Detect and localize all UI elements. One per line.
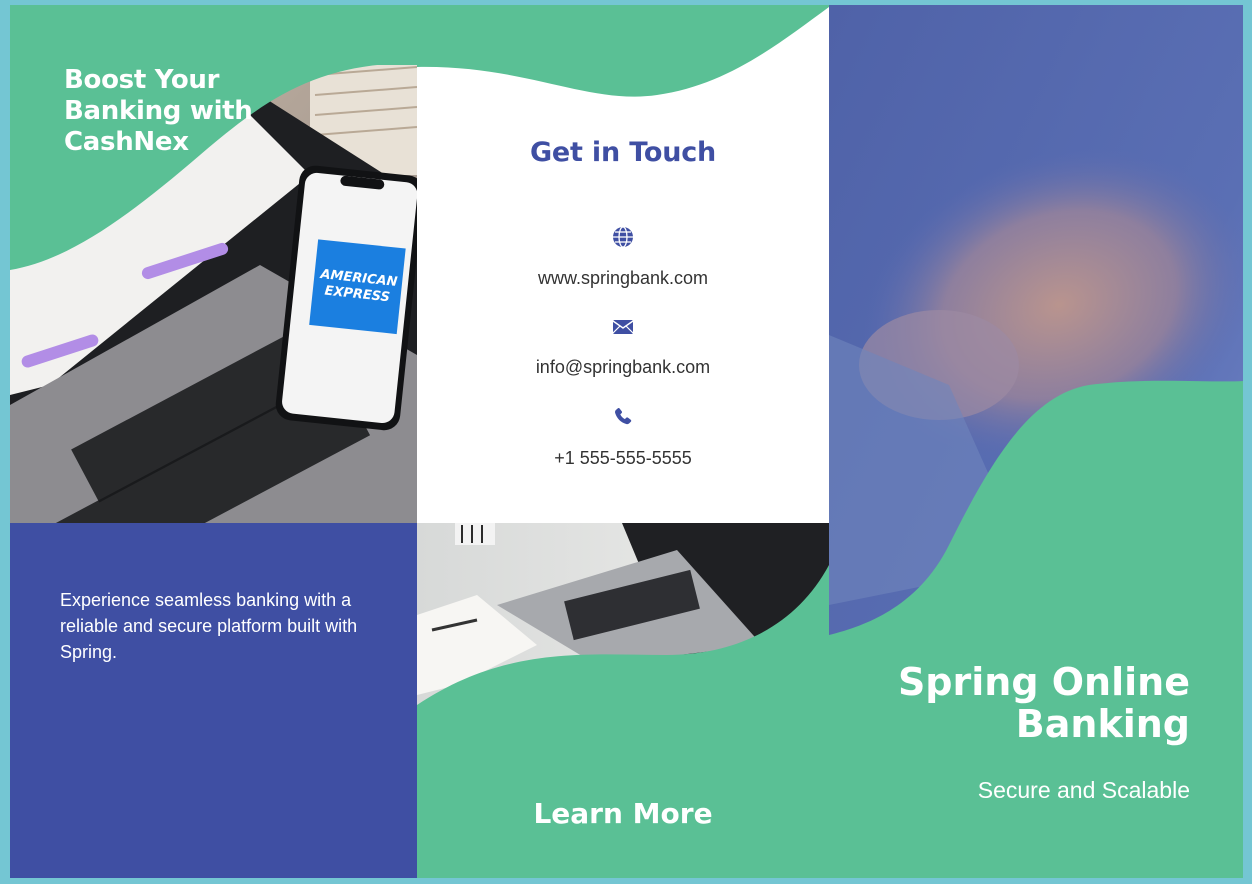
left-panel: AMERICAN EXPRESS Boost Your Banking with… <box>10 5 417 878</box>
learn-more-button[interactable]: Learn More <box>417 797 829 830</box>
email-link[interactable]: info@springbank.com <box>417 357 829 378</box>
phone-icon <box>615 408 632 425</box>
website-link[interactable]: www.springbank.com <box>417 268 829 289</box>
left-headline-line-1: Boost Your <box>64 65 220 95</box>
right-title: Spring Online Banking <box>850 661 1190 745</box>
right-panel-artwork <box>829 5 1243 878</box>
phone-number[interactable]: +1 555-555-5555 <box>417 448 829 469</box>
brochure: AMERICAN EXPRESS Boost Your Banking with… <box>10 5 1243 878</box>
middle-panel: Get in Touch www.springbank.com info@spr… <box>417 5 829 878</box>
left-headline-line-3: CashNex <box>64 127 189 157</box>
right-panel: Spring Online Banking Secure and Scalabl… <box>829 5 1243 878</box>
envelope-icon <box>612 320 634 334</box>
left-headline-line-2: Banking with <box>64 96 253 126</box>
globe-icon <box>613 226 633 248</box>
right-title-line-2: Banking <box>1015 702 1190 746</box>
right-subtitle: Secure and Scalable <box>977 777 1190 803</box>
contact-title: Get in Touch <box>529 137 717 168</box>
right-title-line-1: Spring Online <box>897 660 1190 704</box>
left-description: Experience seamless banking with a relia… <box>60 590 358 662</box>
left-headline: Boost Your Banking with CashNex <box>64 65 364 158</box>
middle-panel-artwork <box>417 5 829 878</box>
